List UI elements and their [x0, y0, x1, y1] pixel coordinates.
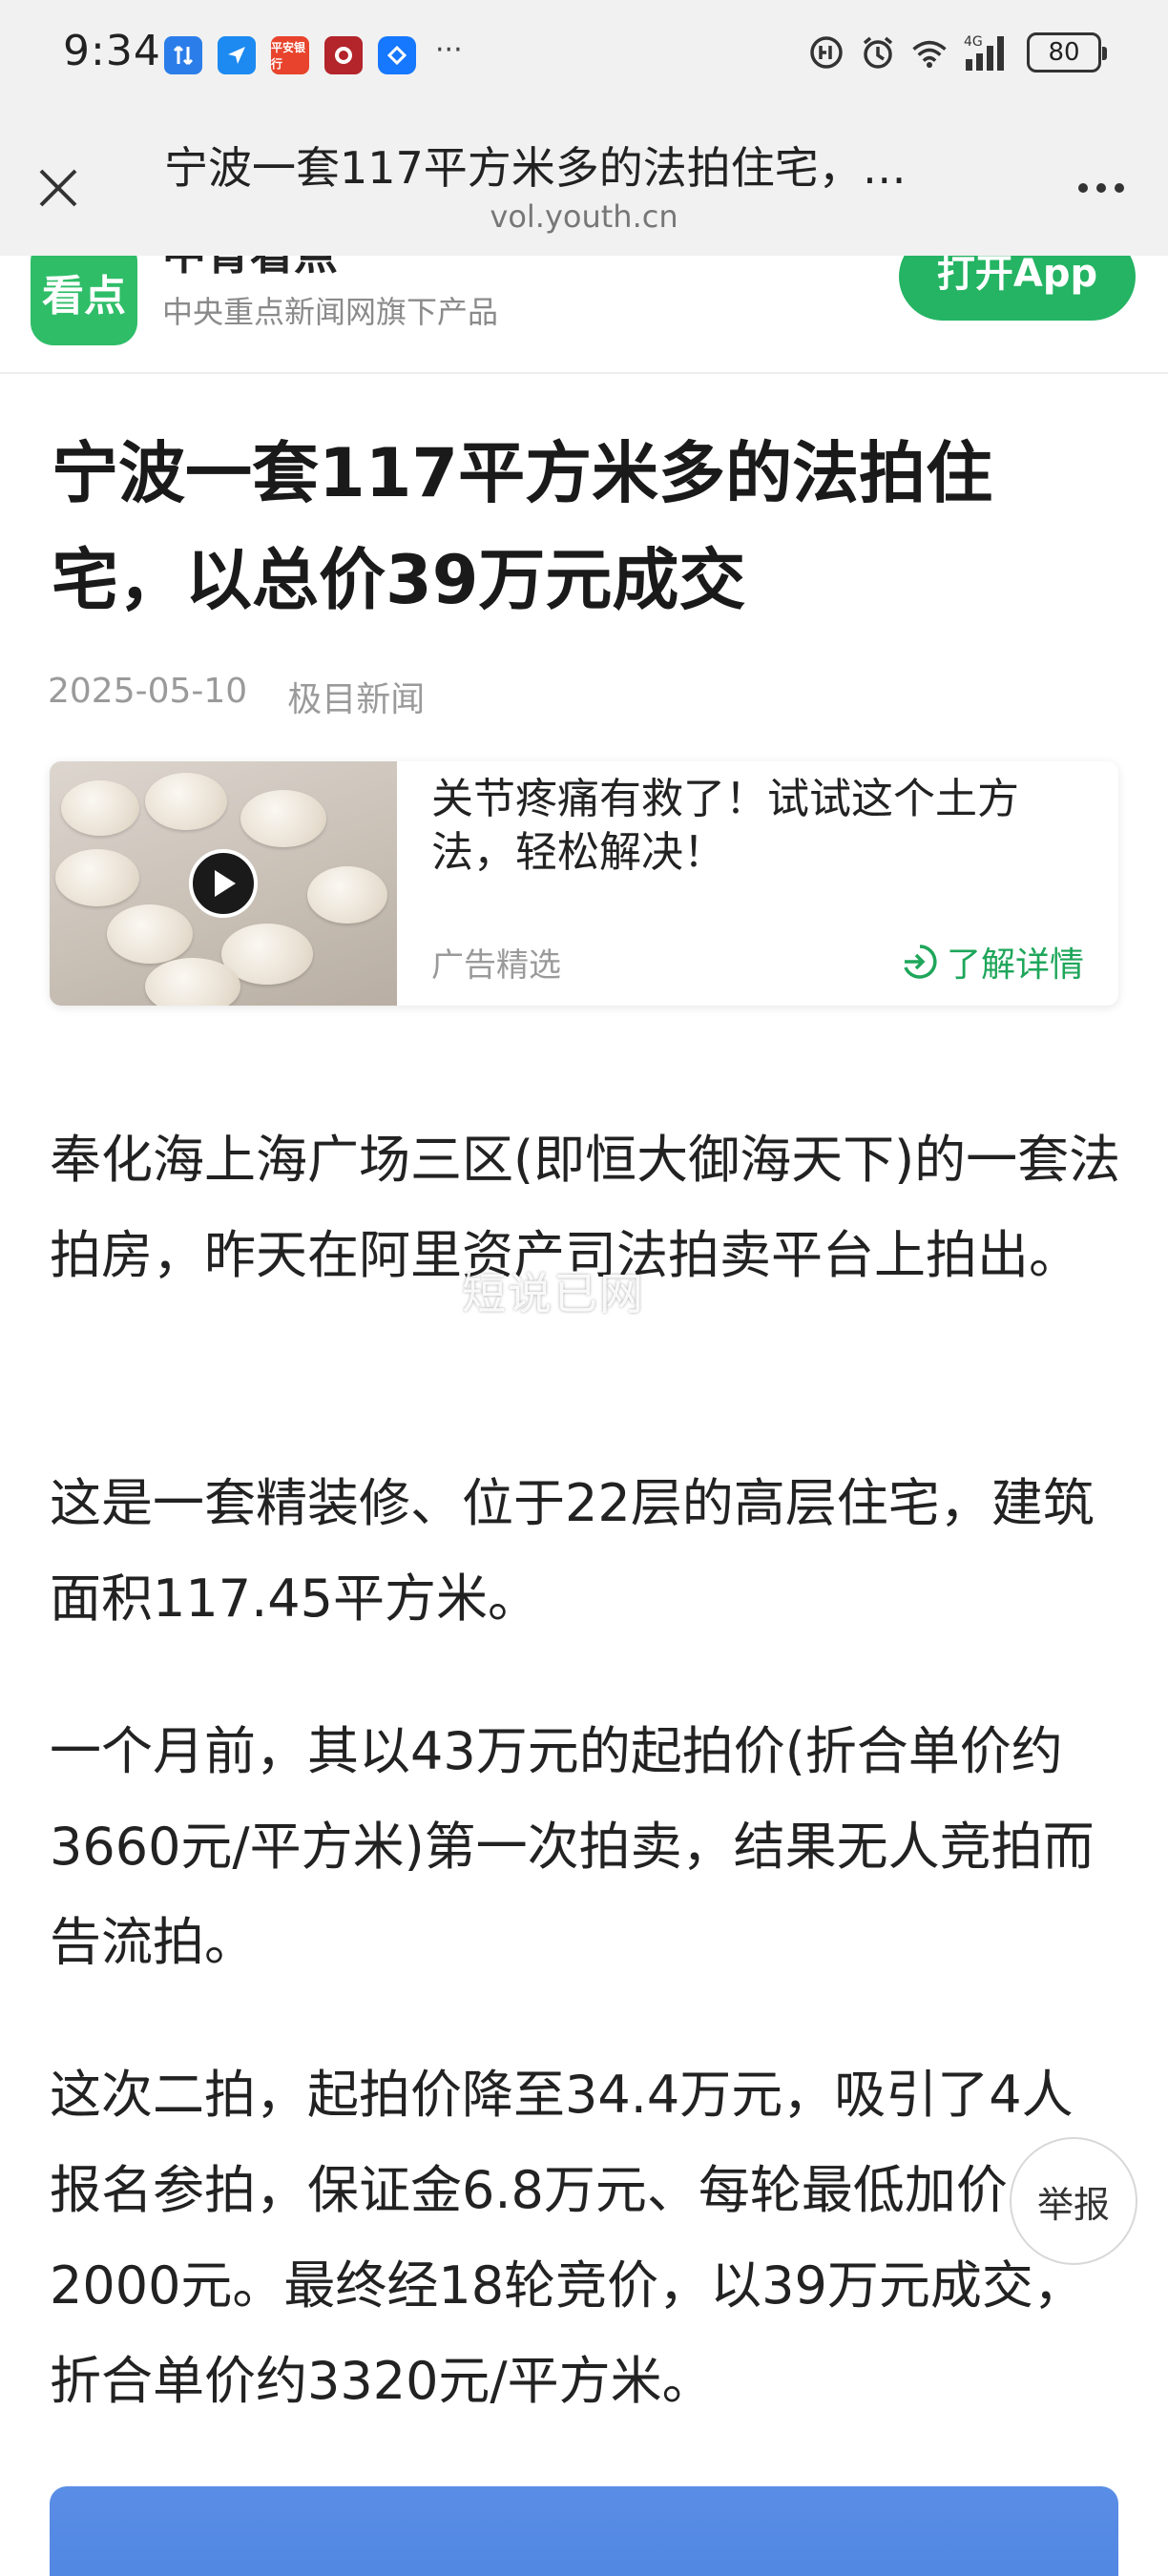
ad-learn-more-link[interactable]: 了解详情	[901, 937, 1084, 987]
article-paragraph: 这次二拍，起拍价降至34.4万元，吸引了4人报名参拍，保证金6.8万元、每轮最低…	[50, 2065, 1085, 2411]
article-paragraph: 这是一套精装修、位于22层的高层住宅，建筑面积117.45平方米。	[50, 1473, 1095, 1629]
network-label: 4G	[964, 34, 983, 50]
navigation-app-icon	[218, 36, 256, 74]
pingan-bank-text: 平安银行	[271, 41, 306, 71]
food-slice-image	[55, 849, 139, 906]
system-icons: 4G 80	[807, 32, 1107, 73]
more-dot-icon	[1115, 183, 1124, 193]
watermark: 短说已网	[462, 1268, 645, 1319]
battery-indicator: 80	[1027, 32, 1107, 73]
ad-title[interactable]: 关节疼痛有救了！试试这个土方法，轻松解决！	[431, 773, 1099, 880]
status-bar: 9:34 平安银行 ··· 4G 80	[0, 0, 1168, 116]
cellular-signal-icon: 4G	[962, 33, 1013, 72]
hd-call-icon	[807, 33, 845, 72]
screen: 9:34 平安银行 ··· 4G 80 看点 中央重点新闻网旗下产品 打开App…	[0, 0, 1168, 2576]
alarm-icon	[859, 33, 897, 72]
article-meta: 2025-05-10 极目新闻	[48, 672, 425, 721]
ad-video-thumbnail[interactable]	[50, 761, 397, 1006]
battery-level: 80	[1048, 38, 1080, 67]
play-icon	[215, 870, 236, 897]
more-dot-icon	[1078, 183, 1088, 193]
article-headline: 宁波一套117平方米多的法拍住宅，以总价39万元成交	[52, 434, 993, 619]
notification-more-icon: ···	[435, 32, 463, 67]
report-button[interactable]: 举报	[1010, 2137, 1137, 2265]
app-subtitle: 中央重点新闻网旗下产品	[162, 294, 499, 330]
article-source[interactable]: 极目新闻	[287, 672, 425, 721]
page-url: vol.youth.cn	[490, 198, 678, 235]
page-title: 宁波一套117平方米多的法拍住宅，…	[164, 142, 907, 194]
article-paragraph: 一个月前，其以43万元的起拍价(折合单价约3660元/平方米)第一次拍卖，结果无…	[50, 1721, 1095, 1972]
pay-app-icon	[378, 36, 416, 74]
ad-label: 广告精选	[431, 946, 561, 985]
arrows-app-icon	[164, 36, 202, 74]
food-slice-image	[145, 773, 227, 830]
ad-learn-more-label: 了解详情	[946, 945, 1084, 985]
article-date: 2025-05-10	[48, 672, 248, 711]
notification-icons: 平安银行 ···	[164, 32, 463, 74]
food-slice-image	[240, 790, 326, 847]
status-time: 9:34	[63, 27, 161, 75]
food-slice-image	[307, 866, 387, 924]
food-slice-image	[61, 780, 139, 836]
ad-card[interactable]: 关节疼痛有救了！试试这个土方法，轻松解决！ 广告精选 了解详情	[50, 761, 1118, 1006]
wifi-icon	[910, 33, 949, 72]
food-slice-image	[107, 904, 193, 964]
pingan-bank-icon: 平安银行	[271, 36, 309, 74]
article-image	[50, 2486, 1118, 2576]
game-app-icon	[324, 36, 363, 74]
play-button[interactable]	[189, 849, 258, 918]
browser-top-bar: 宁波一套117平方米多的法拍住宅，… vol.youth.cn	[0, 116, 1168, 256]
more-dot-icon	[1096, 183, 1106, 193]
more-menu-button[interactable]	[1063, 164, 1139, 212]
enter-arrow-icon	[904, 945, 937, 979]
